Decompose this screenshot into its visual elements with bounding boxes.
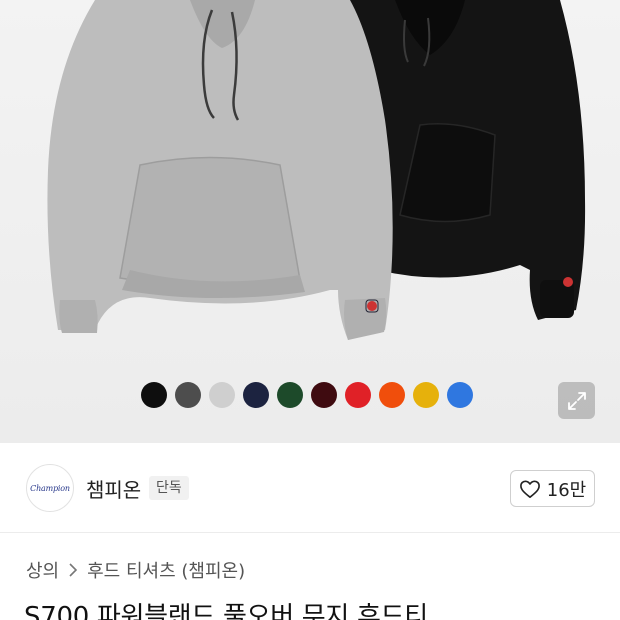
breadcrumb-item-hoodies[interactable]: 후드 티셔츠 (챔피온) [87, 557, 245, 583]
brand-row: Champion 챔피온 단독 16만 [0, 443, 620, 533]
swatch-orange[interactable] [379, 382, 405, 408]
color-swatches [141, 382, 473, 408]
swatch-charcoal-heather[interactable] [175, 382, 201, 408]
heart-icon [519, 479, 540, 498]
breadcrumb-item-tops[interactable]: 상의 [26, 557, 59, 583]
like-button[interactable]: 16만 [510, 470, 595, 507]
hoodie-pair-image [47, 0, 586, 340]
breadcrumb: 상의 후드 티셔츠 (챔피온) [26, 557, 245, 583]
swatch-light-grey-heather[interactable] [209, 382, 235, 408]
swatch-maroon[interactable] [311, 382, 337, 408]
brand-logo-wordmark: Champion [30, 483, 70, 493]
grey-hoodie-illustration [47, 0, 393, 340]
like-count: 16만 [546, 479, 587, 501]
swatch-black[interactable] [141, 382, 167, 408]
swatch-royal-blue[interactable] [447, 382, 473, 408]
swatch-navy[interactable] [243, 382, 269, 408]
product-title: S700 파워블랜드 풀오버 무지 후드티 [24, 602, 428, 620]
expand-image-button[interactable] [558, 382, 595, 419]
product-image-area[interactable] [0, 0, 620, 443]
swatch-red[interactable] [345, 382, 371, 408]
brand-logo[interactable]: Champion [26, 464, 74, 512]
swatch-dark-green[interactable] [277, 382, 303, 408]
exclusive-badge: 단독 [149, 476, 189, 500]
swatch-gold[interactable] [413, 382, 439, 408]
brand-name[interactable]: 챔피온 [86, 474, 141, 503]
product-detail-page: Champion 챔피온 단독 16만 상의 후드 티셔츠 (챔피온) S700… [0, 0, 620, 620]
expand-arrows-icon [567, 391, 586, 410]
chevron-right-icon [69, 563, 78, 577]
